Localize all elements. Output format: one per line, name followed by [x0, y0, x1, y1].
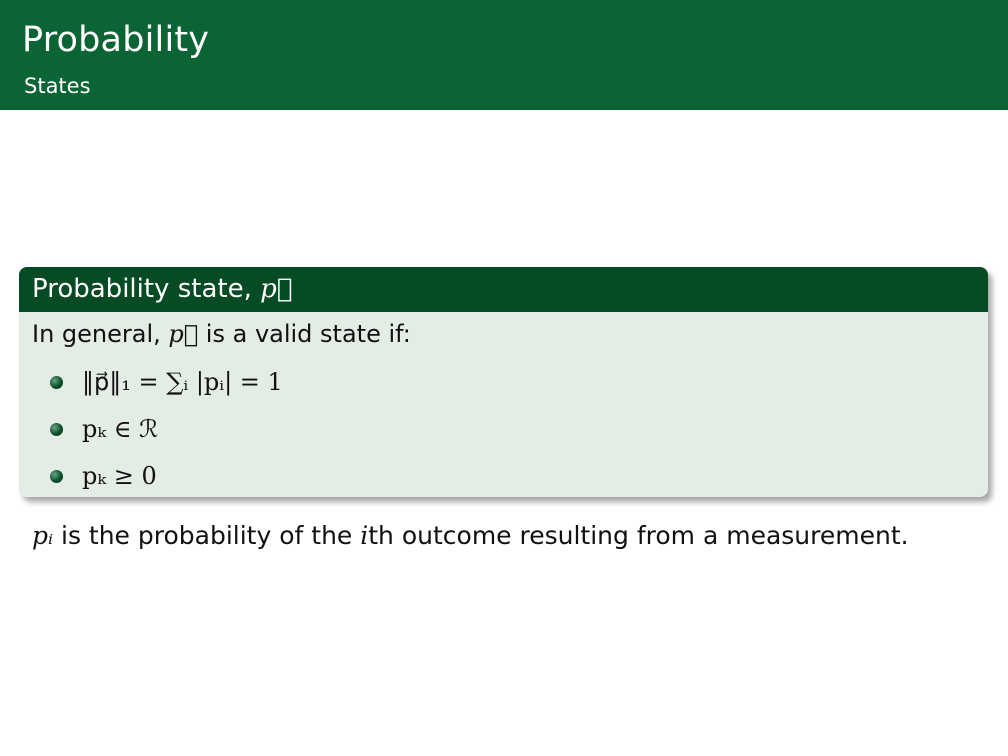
intro-prefix: In general,: [32, 320, 169, 348]
block-title: Probability state, p⃗: [19, 267, 988, 312]
slide-subtitle: States: [24, 74, 91, 98]
footnote-text-b: th outcome resulting from a measurement.: [368, 521, 909, 550]
block-title-symbol: p⃗: [260, 274, 293, 304]
condition-formula: ‖p⃗‖₁ = ∑ᵢ |pᵢ| = 1: [82, 368, 283, 396]
footnote-text-a: is the probability of the: [53, 521, 361, 550]
condition-formula: pₖ ≥ 0: [82, 462, 157, 490]
footnote-text: pᵢ is the probability of the ith outcome…: [32, 521, 909, 550]
condition-item: ‖p⃗‖₁ = ∑ᵢ |pᵢ| = 1: [32, 359, 988, 406]
condition-item: pₖ ≥ 0: [32, 453, 988, 497]
footnote-symbol: pᵢ: [32, 521, 54, 550]
bullet-icon: [50, 423, 63, 436]
slide-title: Probability: [22, 20, 210, 60]
block-title-text: Probability state,: [32, 274, 261, 304]
bullet-icon: [50, 376, 63, 389]
definition-block: Probability state, p⃗ In general, p⃗ is …: [19, 267, 988, 497]
block-body: In general, p⃗ is a valid state if: ‖p⃗‖…: [19, 312, 988, 497]
condition-item: pₖ ∈ ℛ: [32, 406, 988, 453]
condition-list: ‖p⃗‖₁ = ∑ᵢ |pᵢ| = 1 pₖ ∈ ℛ pₖ ≥ 0: [32, 359, 988, 497]
intro-symbol: p⃗: [168, 320, 199, 348]
slide-header: Probability States: [0, 0, 1008, 110]
bullet-icon: [50, 470, 63, 483]
condition-formula: pₖ ∈ ℛ: [82, 415, 159, 443]
block-intro: In general, p⃗ is a valid state if:: [32, 318, 988, 350]
intro-suffix: is a valid state if:: [198, 320, 411, 348]
